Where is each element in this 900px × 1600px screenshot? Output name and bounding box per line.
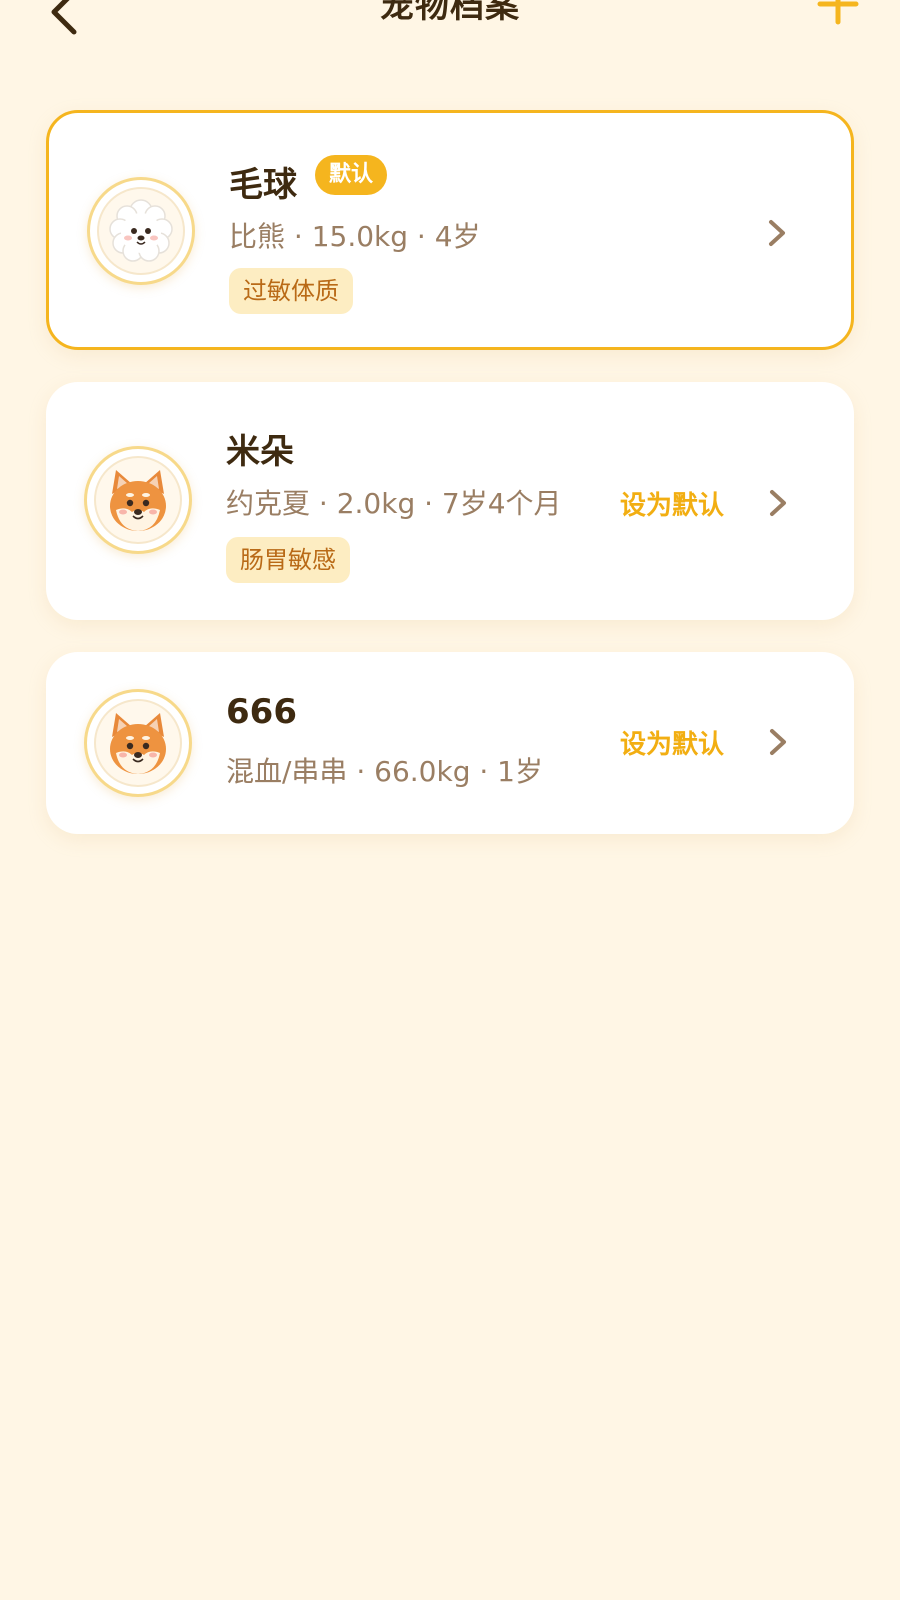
set-default-button[interactable]: 设为默认 (620, 485, 724, 522)
health-tag: 过敏体质 (229, 268, 353, 314)
header-bar: 宠物档案 (0, 0, 900, 60)
pet-info: 比熊 · 15.0kg · 4岁 (229, 220, 481, 253)
shiba-avatar-icon (110, 713, 166, 774)
plus-icon (817, 0, 859, 25)
bichon-avatar-icon (109, 199, 173, 262)
shiba-avatar-icon (110, 470, 166, 531)
pet-info: 约克夏 · 2.0kg · 7岁4个月 (226, 487, 562, 520)
default-badge: 默认 (315, 155, 388, 195)
pet-avatar (84, 689, 192, 797)
pet-card-miduo[interactable]: 米朵 约克夏 · 2.0kg · 7岁4个月 肠胃敏感 设为默认 (46, 382, 854, 620)
pet-avatar (84, 446, 192, 554)
page-title: 宠物档案 (380, 0, 520, 26)
chevron-right-icon (769, 220, 785, 246)
chevron-right-icon (770, 490, 786, 516)
health-tag: 肠胃敏感 (226, 537, 350, 583)
pet-name: 666 (226, 692, 297, 732)
set-default-button[interactable]: 设为默认 (620, 724, 724, 761)
pet-name: 毛球 (229, 165, 297, 205)
pet-avatar (87, 177, 195, 285)
add-pet-button[interactable] (816, 0, 860, 26)
pet-name: 米朵 (226, 432, 294, 472)
pet-card-666[interactable]: 666 混血/串串 · 66.0kg · 1岁 设为默认 (46, 652, 854, 834)
chevron-right-icon (770, 729, 786, 755)
pet-info: 混血/串串 · 66.0kg · 1岁 (226, 755, 543, 788)
pet-card-maoqiu[interactable]: 毛球 默认 比熊 · 15.0kg · 4岁 过敏体质 (46, 110, 854, 350)
